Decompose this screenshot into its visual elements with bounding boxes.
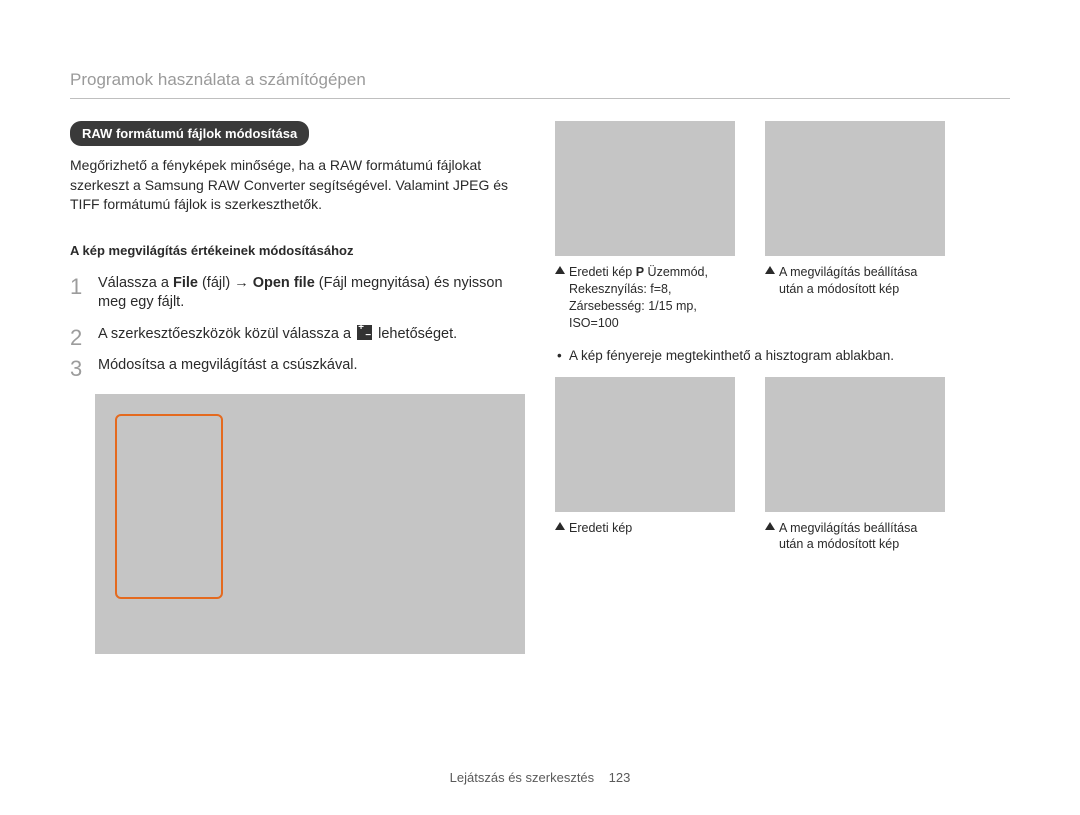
up-triangle-icon xyxy=(765,266,775,274)
up-triangle-icon xyxy=(555,522,565,530)
up-triangle-icon xyxy=(765,522,775,530)
caption-text: A megvilágítás beállítása után a módosít… xyxy=(779,265,917,296)
thumb-row-1 xyxy=(555,121,1010,256)
thumb-original-2 xyxy=(555,377,735,512)
footer-page-number: 123 xyxy=(609,770,631,785)
step-text: (fájl) → xyxy=(198,275,253,291)
caption-modified-2: A megvilágítás beállítása után a módosít… xyxy=(765,520,945,554)
intro-text: Megőrizhető a fényképek minősége, ha a R… xyxy=(70,156,510,215)
page-footer: Lejátszás és szerkesztés 123 xyxy=(0,770,1080,785)
content-columns: RAW formátumú fájlok módosítása Megőrizh… xyxy=(70,121,1010,654)
footer-section: Lejátszás és szerkesztés xyxy=(450,770,595,785)
step-text: A szerkesztőeszközök közül válassza a xyxy=(98,326,355,342)
steps-list: Válassza a File (fájl) → Open ﬁle (Fájl … xyxy=(70,274,510,376)
page-header-title: Programok használata a számítógépen xyxy=(70,70,1020,90)
caption-text: A megvilágítás beállítása után a módosít… xyxy=(779,521,917,552)
caption-modified-1: A megvilágítás beállítása után a módosít… xyxy=(765,264,945,332)
caption-original-1: Eredeti kép P Üzemmód, Rekesznyílás: f=8… xyxy=(555,264,735,332)
screenshot-placeholder xyxy=(95,394,525,654)
step-text: lehetőséget. xyxy=(374,326,457,342)
thumb-original-1 xyxy=(555,121,735,256)
highlight-box xyxy=(115,414,223,599)
step-2: A szerkesztőeszközök közül válassza a le… xyxy=(70,325,510,345)
section-pill: RAW formátumú fájlok módosítása xyxy=(70,121,309,146)
step-text: Módosítsa a megvilágítást a csúszkával. xyxy=(98,357,358,373)
step-strong-open: Open ﬁle xyxy=(253,275,315,291)
up-triangle-icon xyxy=(555,266,565,274)
caption-row-2: Eredeti kép A megvilágítás beállítása ut… xyxy=(555,520,1010,554)
step-text: Válassza a xyxy=(98,275,173,291)
right-column: Eredeti kép P Üzemmód, Rekesznyílás: f=8… xyxy=(540,121,1010,654)
caption-original-2: Eredeti kép xyxy=(555,520,735,554)
header-rule xyxy=(70,98,1010,99)
left-column: RAW formátumú fájlok módosítása Megőrizh… xyxy=(70,121,540,654)
caption-row-1: Eredeti kép P Üzemmód, Rekesznyílás: f=8… xyxy=(555,264,1010,332)
step-3: Módosítsa a megvilágítást a csúszkával. xyxy=(70,356,510,376)
thumb-modified-1 xyxy=(765,121,945,256)
step-strong-file: File xyxy=(173,275,198,291)
thumb-row-2 xyxy=(555,377,1010,512)
exposure-icon xyxy=(357,325,372,340)
histogram-note: A kép fényereje megtekinthető a hisztogr… xyxy=(555,348,1010,363)
thumb-modified-2 xyxy=(765,377,945,512)
caption-text: Eredeti kép xyxy=(569,265,636,279)
caption-mode: P xyxy=(636,265,644,279)
sub-heading: A kép megvilágítás értékeinek módosításá… xyxy=(70,243,510,258)
manual-page: Programok használata a számítógépen RAW … xyxy=(0,0,1080,815)
caption-text: Eredeti kép xyxy=(569,521,632,535)
step-1: Válassza a File (fájl) → Open ﬁle (Fájl … xyxy=(70,274,510,313)
